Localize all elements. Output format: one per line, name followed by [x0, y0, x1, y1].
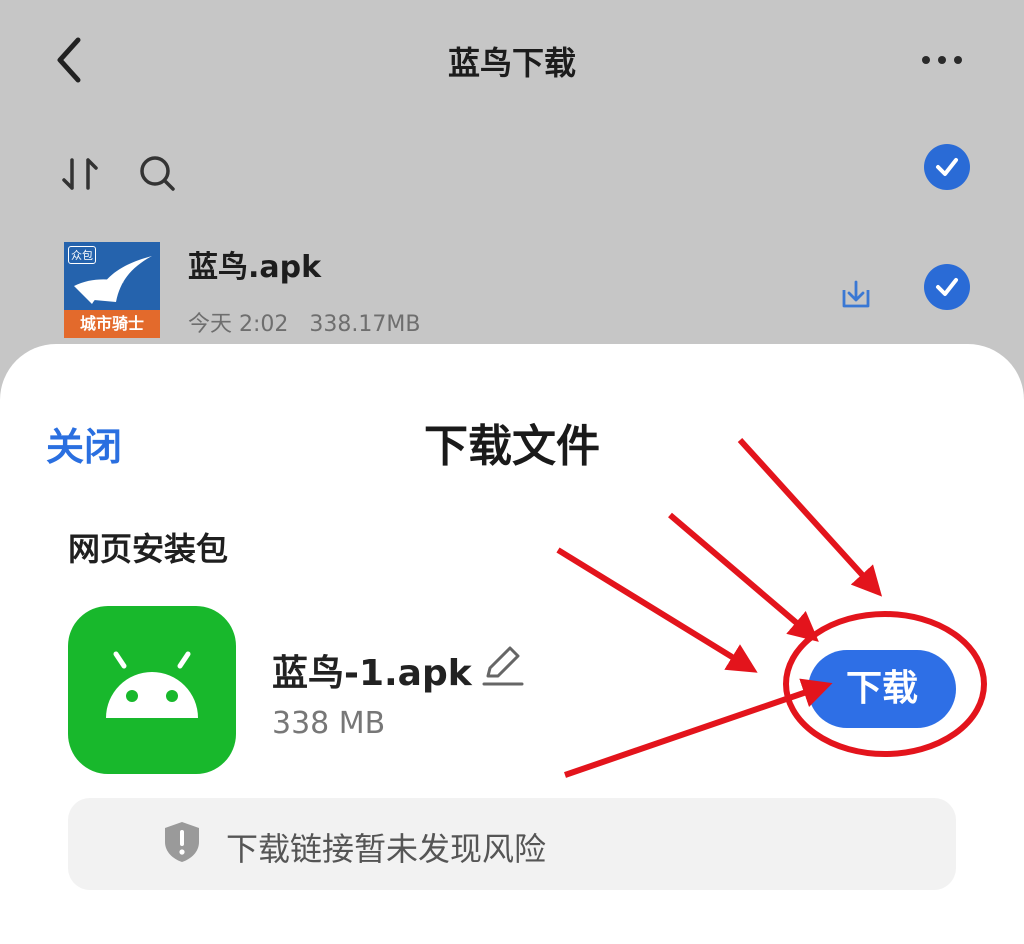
- android-icon: [106, 651, 198, 718]
- checkmark-icon: [936, 278, 958, 296]
- app-file-size: 338 MB: [272, 706, 386, 741]
- section-label: 网页安装包: [68, 530, 229, 568]
- select-all-checkbox[interactable]: [924, 144, 970, 190]
- thumbnail-band-text: 城市骑士: [64, 310, 160, 338]
- safety-notice: 下载链接暂未发现风险: [68, 798, 956, 890]
- file-meta: 今天 2:02 338.17MB: [188, 312, 421, 337]
- download-sheet: 关闭 下载文件 网页安装包 蓝鸟-1.apk 338 MB 下载 下载链接暂未发…: [0, 344, 1024, 944]
- android-app-icon: [68, 606, 236, 774]
- file-thumbnail: 众包 城市骑士: [64, 242, 160, 338]
- page-title: 蓝鸟下载: [447, 44, 576, 82]
- download-icon[interactable]: [838, 276, 874, 312]
- file-name: 蓝鸟.apk: [188, 250, 322, 285]
- search-icon[interactable]: [136, 152, 178, 194]
- top-bar: 蓝鸟下载: [0, 0, 1024, 120]
- file-checkbox[interactable]: [924, 264, 970, 310]
- more-horizontal-icon[interactable]: [922, 56, 962, 64]
- app-file-name: 蓝鸟-1.apk: [272, 653, 472, 694]
- toolbar: [0, 140, 1024, 204]
- pencil-edit-icon[interactable]: [478, 640, 526, 688]
- shield-icon: [165, 822, 199, 862]
- safety-text: 下载链接暂未发现风险: [226, 830, 547, 868]
- sheet-title: 下载文件: [424, 421, 600, 472]
- thumbnail-tag: 众包: [68, 246, 96, 264]
- checkmark-icon: [936, 158, 958, 176]
- file-list-item[interactable]: 众包 城市骑士 蓝鸟.apk 今天 2:02 338.17MB: [0, 232, 1024, 342]
- sort-icon[interactable]: [60, 154, 100, 194]
- download-button[interactable]: 下载: [808, 650, 956, 728]
